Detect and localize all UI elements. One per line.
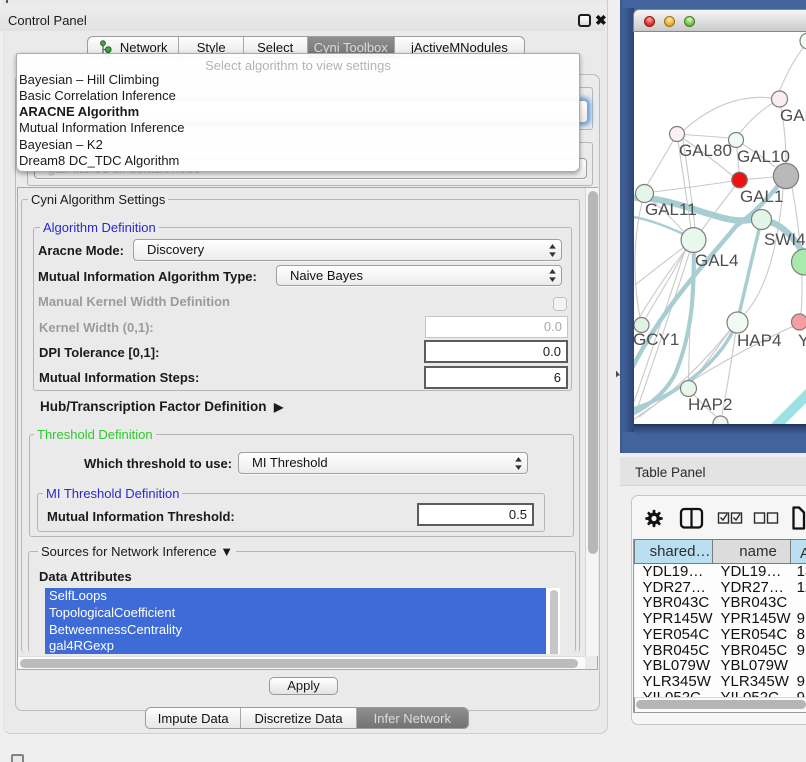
svg-text:GCY1: GCY1 [634,330,679,349]
svg-text:HAP2: HAP2 [688,395,732,414]
svg-text:GAL80: GAL80 [679,141,732,160]
svg-text:GAL1: GAL1 [740,187,783,206]
svg-text:GAL4: GAL4 [695,251,738,270]
svg-text:SWI4: SWI4 [764,230,806,249]
svg-text:HAP4: HAP4 [737,331,781,350]
svg-text:Y: Y [798,331,806,350]
svg-text:GAL: GAL [780,106,806,125]
svg-text:GAL11: GAL11 [645,200,697,219]
svg-text:GAL10: GAL10 [737,147,790,166]
